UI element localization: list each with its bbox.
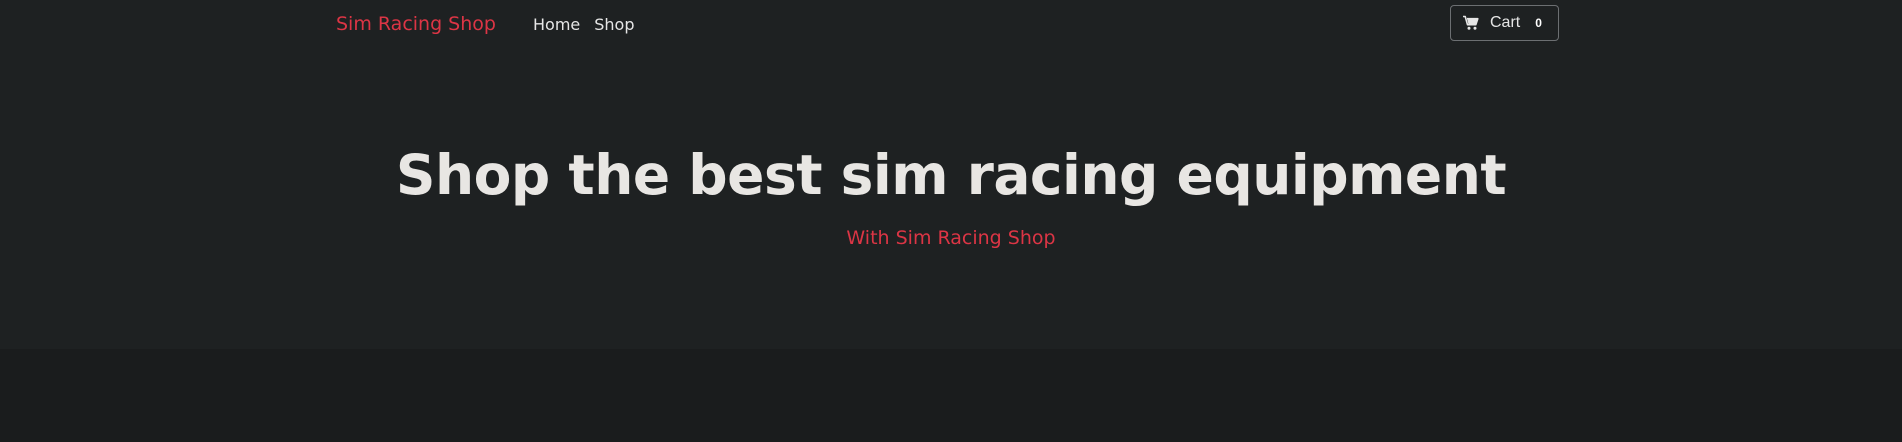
hero-subtitle: With Sim Racing Shop bbox=[846, 227, 1056, 249]
nav-link-shop[interactable]: Shop bbox=[594, 15, 634, 34]
cart-label: Cart bbox=[1490, 14, 1521, 31]
page-body bbox=[0, 349, 1902, 442]
navbar-container: Sim Racing Shop Home Shop Cart 0 bbox=[336, 0, 1561, 50]
cart-count-badge: 0 bbox=[1535, 16, 1542, 30]
cart-icon bbox=[1463, 15, 1479, 31]
hero-section: Shop the best sim racing equipment With … bbox=[0, 50, 1902, 349]
brand-link[interactable]: Sim Racing Shop bbox=[336, 13, 496, 35]
navbar: Sim Racing Shop Home Shop Cart 0 bbox=[0, 0, 1902, 50]
cart-button[interactable]: Cart 0 bbox=[1450, 5, 1559, 41]
nav-links: Home Shop bbox=[533, 15, 635, 34]
nav-link-home[interactable]: Home bbox=[533, 15, 580, 34]
hero-title: Shop the best sim racing equipment bbox=[395, 143, 1507, 207]
